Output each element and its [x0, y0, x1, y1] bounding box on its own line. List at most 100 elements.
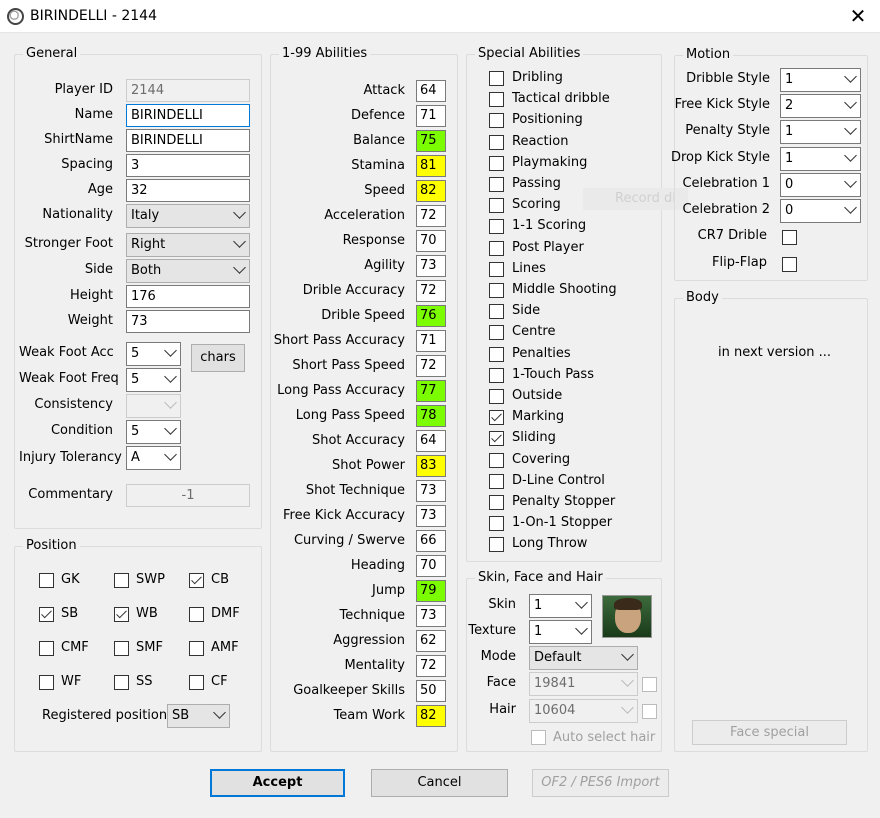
ability-value-input[interactable]: 72: [416, 205, 446, 227]
ability-value-input[interactable]: 73: [416, 605, 446, 627]
chars-button[interactable]: chars: [191, 344, 245, 372]
ability-value-input[interactable]: 66: [416, 530, 446, 552]
flip-flap-checkbox[interactable]: [782, 257, 797, 272]
weak-foot-acc-select[interactable]: 5: [126, 342, 181, 366]
special-ability-checkbox[interactable]: [489, 283, 504, 298]
condition-select[interactable]: 5: [126, 420, 181, 444]
position-checkbox[interactable]: [114, 675, 129, 690]
special-ability-checkbox[interactable]: [489, 304, 504, 320]
mode-select[interactable]: Default: [529, 646, 638, 670]
name-input[interactable]: BIRINDELLI: [126, 104, 250, 127]
special-ability-checkbox[interactable]: [489, 113, 504, 129]
position-label: DMF: [211, 606, 240, 621]
accept-button[interactable]: Accept: [210, 769, 345, 797]
mode-value: Default: [534, 650, 582, 665]
ability-value-input[interactable]: 71: [416, 330, 446, 352]
registered-position-select[interactable]: SB: [167, 704, 230, 728]
ability-value-input[interactable]: 75: [416, 130, 446, 152]
ability-value-input[interactable]: 78: [416, 405, 446, 427]
cancel-button[interactable]: Cancel: [371, 769, 508, 797]
position-checkbox[interactable]: [189, 607, 204, 622]
stronger-foot-select[interactable]: Right: [126, 233, 250, 257]
chevron-down-icon: [164, 448, 177, 461]
special-ability-checkbox[interactable]: [489, 219, 504, 235]
weak-foot-freq-select[interactable]: 5: [126, 368, 181, 392]
ability-value-input[interactable]: 81: [416, 155, 446, 177]
special-ability-checkbox[interactable]: [489, 261, 504, 277]
special-ability-checkbox[interactable]: [489, 431, 504, 447]
ability-value-input[interactable]: 72: [416, 655, 446, 677]
ability-value-input[interactable]: 73: [416, 255, 446, 277]
side-select[interactable]: Both: [126, 259, 250, 283]
dribble-style-select[interactable]: 1: [780, 68, 861, 92]
position-checkbox[interactable]: [39, 675, 54, 690]
ability-value-input[interactable]: 82: [416, 705, 446, 727]
special-ability-checkbox[interactable]: [489, 155, 504, 171]
celebration-2-select[interactable]: 0: [780, 199, 861, 223]
ability-value-input[interactable]: 82: [416, 180, 446, 202]
ability-value-input[interactable]: 70: [416, 555, 446, 577]
special-ability-checkbox[interactable]: [489, 495, 504, 510]
ability-value-input[interactable]: 70: [416, 230, 446, 252]
player-id-label: Player ID: [54, 82, 113, 97]
special-ability-checkbox[interactable]: [489, 367, 504, 383]
drop-kick-style-select[interactable]: 1: [780, 147, 861, 171]
special-ability-checkbox[interactable]: [489, 71, 504, 86]
special-ability-checkbox[interactable]: [489, 389, 504, 404]
special-ability-checkbox[interactable]: [489, 92, 504, 108]
celebration-1-select[interactable]: 0: [780, 173, 861, 197]
shirtname-input[interactable]: BIRINDELLI: [126, 129, 250, 152]
commentary-label: Commentary: [28, 487, 113, 502]
position-checkbox[interactable]: [114, 573, 129, 588]
special-ability-checkbox[interactable]: [489, 473, 504, 489]
cr7-drible-checkbox[interactable]: [782, 230, 797, 245]
ability-value-input[interactable]: 64: [416, 430, 446, 452]
ability-value-input[interactable]: 83: [416, 455, 446, 477]
position-checkbox[interactable]: [114, 641, 129, 656]
special-ability-checkbox[interactable]: [489, 516, 504, 532]
ability-value-input[interactable]: 73: [416, 480, 446, 502]
penalty-style-select[interactable]: 1: [780, 120, 861, 144]
free-kick-style-value: 2: [785, 98, 794, 113]
ability-value-input[interactable]: 50: [416, 680, 446, 702]
special-ability-checkbox[interactable]: [489, 410, 504, 426]
position-checkbox[interactable]: [39, 573, 54, 588]
weight-input[interactable]: 73: [126, 310, 250, 333]
height-input[interactable]: 176: [126, 285, 250, 308]
close-icon[interactable]: ✕: [846, 4, 870, 28]
spacing-input[interactable]: 3: [126, 154, 250, 177]
position-checkbox[interactable]: [189, 641, 204, 656]
stronger-foot-label: Stronger Foot: [24, 236, 113, 251]
special-ability-checkbox[interactable]: [489, 240, 504, 256]
skin-select[interactable]: 1: [529, 594, 592, 618]
special-ability-checkbox[interactable]: [489, 452, 504, 468]
ability-value-input[interactable]: 62: [416, 630, 446, 652]
special-ability-checkbox[interactable]: [489, 325, 504, 341]
nationality-select[interactable]: Italy: [126, 204, 250, 228]
ability-value-input[interactable]: 72: [416, 280, 446, 302]
age-input[interactable]: 32: [126, 179, 250, 202]
ability-value-input[interactable]: 77: [416, 380, 446, 402]
free-kick-style-select[interactable]: 2: [780, 94, 861, 118]
texture-select[interactable]: 1: [529, 620, 592, 644]
position-label: AMF: [211, 640, 239, 655]
ability-value-input[interactable]: 76: [416, 305, 446, 327]
position-checkbox[interactable]: [189, 675, 204, 690]
special-ability-checkbox[interactable]: [489, 177, 504, 192]
ability-value-input[interactable]: 79: [416, 580, 446, 602]
position-checkbox[interactable]: [189, 573, 204, 588]
special-ability-checkbox[interactable]: [489, 198, 504, 214]
ability-value-input[interactable]: 73: [416, 505, 446, 527]
special-ability-checkbox[interactable]: [489, 134, 504, 150]
special-ability-checkbox[interactable]: [489, 537, 504, 553]
ability-value-input[interactable]: 71: [416, 105, 446, 127]
position-checkbox[interactable]: [114, 607, 129, 622]
position-checkbox[interactable]: [39, 607, 54, 622]
injury-select[interactable]: A: [126, 446, 181, 470]
ability-label: Response: [342, 233, 405, 248]
ability-label: Jump: [372, 583, 405, 598]
position-checkbox[interactable]: [39, 641, 54, 656]
ability-value-input[interactable]: 72: [416, 355, 446, 377]
ability-value-input[interactable]: 64: [416, 80, 446, 102]
special-ability-checkbox[interactable]: [489, 346, 504, 362]
